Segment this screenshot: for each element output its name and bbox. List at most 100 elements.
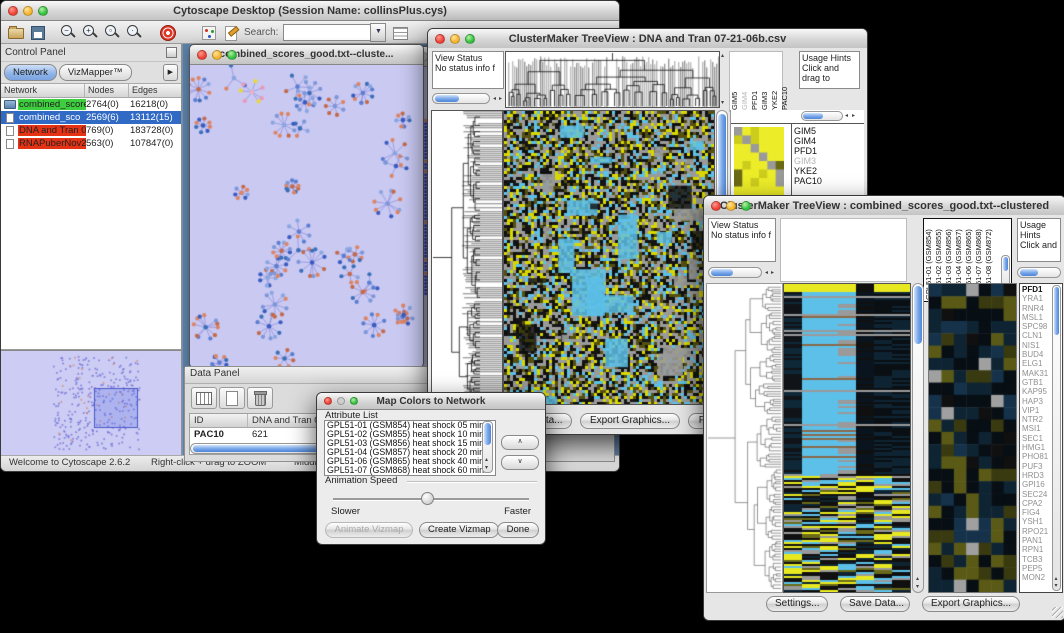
tv2-titlebar[interactable]: ClusterMaker TreeView : combined_scores_… [704, 196, 1064, 216]
network-row[interactable]: RNAPuberNov2+563(0)107847(0) [1, 137, 181, 150]
open-file-icon[interactable] [7, 24, 24, 41]
tv2-status-scrollbar[interactable] [708, 267, 762, 278]
scroll-up-icon[interactable]: ▴ [721, 53, 724, 59]
attribute-list-item[interactable]: GPL51-07 (GSM868) heat shock 60 min [325, 466, 495, 475]
header-network[interactable]: Network [1, 84, 85, 97]
search-input[interactable] [283, 24, 370, 41]
scroll-left-icon[interactable]: ◂ [765, 270, 768, 276]
main-titlebar[interactable]: Cytoscape Desktop (Session Name: collins… [1, 1, 619, 21]
gene-label[interactable]: PAC10 [792, 176, 862, 186]
window-controls[interactable] [1, 6, 48, 16]
tv2-hints-scrollbar[interactable] [1017, 267, 1061, 278]
network-graph-canvas[interactable] [190, 65, 421, 366]
scroll-left-icon[interactable]: ◂ [493, 96, 496, 102]
create-vizmap-button[interactable]: Create Vizmap [419, 522, 499, 538]
close-button[interactable] [324, 397, 332, 405]
gene-label[interactable]: GIM4 [792, 136, 862, 146]
network-row[interactable]: DNA and Tran 07769(0)183728(0) [1, 124, 181, 137]
tv2-save-data-button[interactable]: Save Data... [840, 596, 910, 612]
tv2-heatmap-vscrollbar[interactable]: ▴ ▾ [912, 283, 924, 593]
tabs-overflow-button[interactable]: ▶ [163, 64, 178, 81]
zoom-button[interactable] [350, 397, 358, 405]
help-icon[interactable] [159, 24, 176, 41]
tv1-column-dendrogram[interactable] [505, 51, 720, 108]
scrollbar-thumb[interactable] [914, 286, 922, 344]
scrollbar-thumb[interactable] [711, 269, 733, 276]
tv2-heatmap[interactable] [783, 283, 911, 593]
zoom-in-icon[interactable]: + [82, 24, 99, 41]
tv2-row-dendrogram[interactable] [706, 283, 783, 593]
minimize-button[interactable] [23, 6, 33, 16]
scroll-down-icon[interactable]: ▾ [485, 465, 488, 471]
scrollbar-thumb[interactable] [484, 423, 491, 445]
tv1-zoom-heatmap[interactable] [734, 127, 786, 197]
scrollbar-thumb[interactable] [1020, 269, 1038, 276]
tv2-settings-button[interactable]: Settings... [766, 596, 828, 612]
zoom-button[interactable] [38, 6, 48, 16]
zoom-button[interactable] [741, 201, 751, 211]
scroll-right-icon[interactable]: ▸ [499, 96, 502, 102]
tv2-zoom-heatmap[interactable] [928, 283, 1017, 593]
tv2-column-dendrogram[interactable] [780, 218, 907, 282]
gene-label[interactable]: PFD1 [792, 146, 862, 156]
zoom-fit-icon[interactable]: · [126, 24, 143, 41]
scrollbar-thumb[interactable] [435, 95, 459, 102]
gene-label[interactable]: GIM5 [792, 126, 862, 136]
tv1-titlebar[interactable]: ClusterMaker TreeView : DNA and Tran 07-… [428, 29, 867, 49]
minimize-button[interactable] [212, 50, 222, 60]
gene-label[interactable]: YKE2 [792, 166, 862, 176]
select-attributes-icon[interactable] [191, 387, 217, 409]
resize-grip[interactable] [1052, 607, 1063, 618]
tv2-genelist-scrollbar[interactable]: ▴ ▾ [1052, 285, 1061, 591]
scrollbar-thumb[interactable] [803, 113, 823, 119]
tv2-export-graphics-button[interactable]: Export Graphics... [922, 596, 1020, 612]
annotation-icon[interactable] [222, 24, 239, 41]
tv1-export-graphics-button[interactable]: Export Graphics... [580, 413, 680, 429]
animate-vizmap-button[interactable]: Animate Vizmap [325, 522, 413, 538]
scroll-left-icon[interactable]: ◂ [845, 113, 848, 119]
vizmapper-icon[interactable] [200, 24, 217, 41]
close-button[interactable] [435, 34, 445, 44]
network-row[interactable]: combined_scores2764(0)16218(0) [1, 98, 181, 111]
header-edges[interactable]: Edges [129, 84, 181, 97]
new-attribute-icon[interactable] [219, 387, 245, 409]
save-icon[interactable] [29, 24, 46, 41]
attribute-table-icon[interactable] [391, 24, 408, 41]
scrollbar-thumb[interactable] [1054, 287, 1059, 335]
network-view-window[interactable]: combined_scores_good.txt--cluste... [189, 44, 424, 368]
zoom-out-icon[interactable]: − [60, 24, 77, 41]
zoom-button[interactable] [227, 50, 237, 60]
attribute-list-scrollbar[interactable]: ▴ ▾ [482, 421, 493, 473]
move-up-button[interactable]: ∧ [501, 435, 539, 450]
scrollbar-thumb[interactable] [1003, 257, 1008, 271]
scroll-up-icon[interactable]: ▴ [1055, 576, 1058, 582]
tv1-heatmap[interactable] [503, 110, 715, 405]
dialog-titlebar[interactable]: Map Colors to Network [317, 393, 545, 410]
close-button[interactable] [711, 201, 721, 211]
scroll-down-icon[interactable]: ▾ [721, 100, 724, 106]
done-button[interactable]: Done [497, 522, 539, 538]
minimize-button[interactable] [337, 397, 345, 405]
slider-thumb[interactable] [421, 492, 434, 505]
minimize-button[interactable] [726, 201, 736, 211]
network-row[interactable]: combined_sco2569(6)13112(15) [1, 111, 181, 124]
network-window-titlebar[interactable]: combined_scores_good.txt--cluste... [190, 45, 423, 65]
tab-network[interactable]: Network [4, 64, 57, 81]
minimize-button[interactable] [450, 34, 460, 44]
column-id[interactable]: ID [190, 414, 248, 427]
birds-eye-view[interactable] [1, 350, 181, 455]
delete-attribute-icon[interactable] [247, 387, 273, 409]
gene-label[interactable]: GIM3 [792, 156, 862, 166]
birds-eye-canvas[interactable] [1, 351, 179, 453]
tv1-zoom-hscrollbar[interactable] [801, 111, 843, 121]
close-button[interactable] [197, 50, 207, 60]
float-panel-icon[interactable] [166, 47, 177, 58]
scroll-right-icon[interactable]: ▸ [852, 113, 855, 119]
tv1-status-scrollbar[interactable] [432, 93, 490, 104]
scroll-up-icon[interactable]: ▴ [485, 457, 488, 463]
zoom-button[interactable] [465, 34, 475, 44]
zoom-selected-icon[interactable]: ▫ [104, 24, 121, 41]
close-button[interactable] [8, 6, 18, 16]
move-down-button[interactable]: ∨ [501, 455, 539, 470]
search-dropdown-icon[interactable]: ▼ [370, 23, 386, 42]
